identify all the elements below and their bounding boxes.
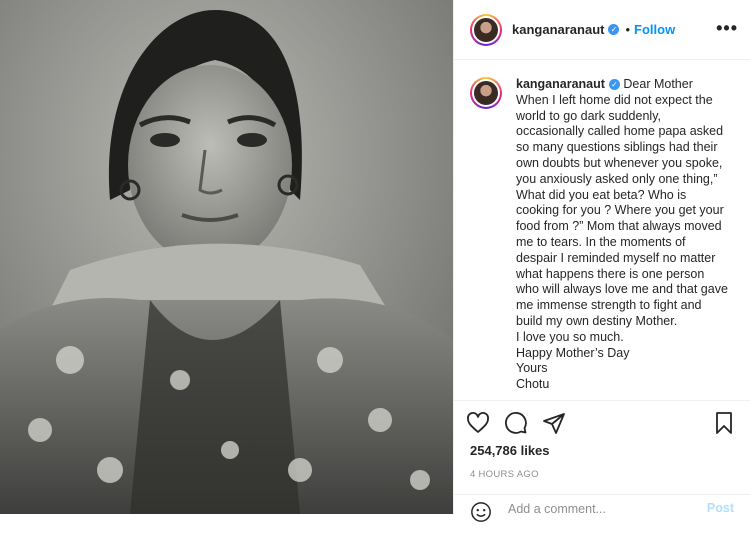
likes-count[interactable]: 254,786 likes [454, 443, 750, 458]
caption-line: what happens there is one person [516, 266, 705, 281]
instagram-post: kanganaranaut ✓ • Follow ••• kanganarana… [0, 0, 750, 522]
post-timestamp[interactable]: 4 HOURS AGO [454, 469, 750, 480]
caption-line: Dear Mother [623, 77, 693, 91]
caption-area[interactable]: kanganaranaut ✓ Dear Mother When I left h… [454, 61, 750, 401]
comment-input[interactable] [506, 501, 707, 517]
caption-text: kanganaranaut ✓ Dear Mother When I left h… [516, 77, 734, 393]
emoji-icon[interactable] [470, 501, 492, 523]
caption-username[interactable]: kanganaranaut [516, 77, 605, 91]
caption-line: food from ?” Mom that always moved [516, 219, 722, 234]
caption-line: who will always love me and that gave [516, 282, 728, 297]
caption-line: world to go dark suddenly, [516, 108, 661, 123]
share-icon[interactable] [542, 411, 568, 437]
comment-box: Post [454, 494, 750, 534]
caption-line: What did you eat beta? Who is [516, 187, 687, 202]
caption-line: Happy Mother’s Day [516, 345, 630, 360]
caption-line: you anxiously asked only one thing,” [516, 171, 718, 186]
caption-line: so many questions siblings had their [516, 140, 718, 155]
caption-line: own doubts but whenever you spoke, [516, 155, 723, 170]
vintage-portrait-image [0, 0, 453, 514]
verified-badge-icon: ✓ [608, 24, 620, 35]
comment-icon[interactable] [504, 411, 530, 437]
more-options-icon[interactable]: ••• [716, 18, 738, 39]
caption-line: build my own destiny Mother. [516, 313, 678, 328]
caption-line: Chotu [516, 377, 550, 392]
caption-first-line: kanganaranaut ✓ Dear Mother [516, 77, 734, 93]
caption-line: cooking for you ? Where you get your [516, 203, 724, 218]
caption-line: me to tears. In the moments of [516, 234, 686, 249]
post-comment-button[interactable]: Post [707, 501, 734, 515]
caption-avatar[interactable] [470, 77, 502, 109]
follow-button[interactable]: Follow [634, 22, 675, 37]
heart-icon[interactable] [466, 411, 492, 437]
action-bar [454, 401, 750, 447]
avatar-image [474, 17, 498, 42]
caption-line: Yours [516, 361, 548, 376]
caption-line: me immense strength to fight and [516, 298, 702, 313]
caption-row: kanganaranaut ✓ Dear Mother When I left h… [470, 77, 734, 393]
avatar-image [474, 81, 498, 105]
caption-line: despair I reminded myself no matter [516, 250, 716, 265]
action-section: 254,786 likes 4 HOURS AGO [454, 400, 750, 480]
caption-line: When I left home did not expect the [516, 92, 713, 107]
dot-separator: • [625, 22, 631, 37]
post-photo[interactable] [0, 0, 453, 514]
post-side-panel: kanganaranaut ✓ • Follow ••• kanganarana… [454, 0, 750, 522]
caption-line: occasionally called home papa asked [516, 124, 724, 139]
post-header: kanganaranaut ✓ • Follow ••• [454, 0, 750, 60]
avatar[interactable] [470, 13, 502, 46]
verified-badge-icon: ✓ [608, 79, 620, 91]
bookmark-icon[interactable] [712, 411, 738, 437]
header-username[interactable]: kanganaranaut [512, 22, 604, 37]
caption-line: I love you so much. [516, 329, 624, 344]
